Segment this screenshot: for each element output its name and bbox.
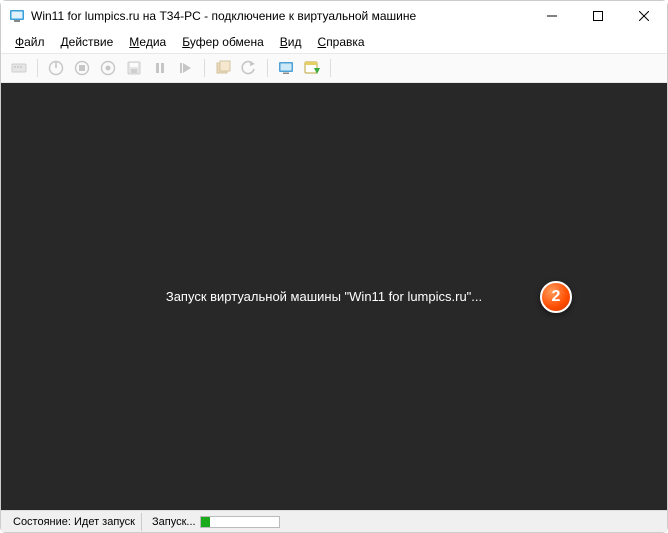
menu-media[interactable]: Медиа — [123, 33, 172, 51]
status-phase-cell: Запуск... — [146, 513, 286, 531]
start-button[interactable] — [44, 56, 68, 80]
status-state-value: Идет запуск — [74, 516, 135, 528]
menu-file[interactable]: Файл — [9, 33, 51, 51]
menu-clipboard[interactable]: Буфер обмена — [176, 33, 270, 51]
app-icon — [9, 8, 25, 24]
vm-viewport: Запуск виртуальной машины "Win11 for lum… — [1, 83, 667, 510]
annotation-badge-2: 2 — [540, 281, 572, 313]
status-state-label: Состояние: — [13, 516, 71, 528]
progress-fill — [201, 517, 210, 527]
status-state-cell: Состояние: Идет запуск — [7, 513, 142, 531]
toolbar-separator — [37, 59, 38, 77]
checkpoint-button[interactable] — [211, 56, 235, 80]
shutdown-button[interactable] — [96, 56, 120, 80]
progress-bar — [200, 516, 280, 528]
save-button[interactable] — [122, 56, 146, 80]
revert-button[interactable] — [237, 56, 261, 80]
menubar: Файл Действие Медиа Буфер обмена Вид Спр… — [1, 31, 667, 53]
menu-action[interactable]: Действие — [55, 33, 120, 51]
toolbar — [1, 53, 667, 83]
maximize-button[interactable] — [575, 1, 621, 31]
titlebar: Win11 for lumpics.ru на T34-PC - подключ… — [1, 1, 667, 31]
menu-help[interactable]: Справка — [312, 33, 371, 51]
starting-message: Запуск виртуальной машины "Win11 for lum… — [166, 289, 482, 304]
window-title: Win11 for lumpics.ru на T34-PC - подключ… — [31, 9, 529, 23]
statusbar: Состояние: Идет запуск Запуск... — [1, 510, 667, 532]
enhanced-session-button[interactable] — [274, 56, 298, 80]
ctrl-alt-del-button[interactable] — [7, 56, 31, 80]
close-button[interactable] — [621, 1, 667, 31]
menu-view[interactable]: Вид — [274, 33, 308, 51]
status-phase-label: Запуск... — [152, 516, 196, 528]
toolbar-separator — [204, 59, 205, 77]
toolbar-separator — [330, 59, 331, 77]
turnoff-button[interactable] — [70, 56, 94, 80]
pause-button[interactable] — [148, 56, 172, 80]
minimize-button[interactable] — [529, 1, 575, 31]
toolbar-separator — [267, 59, 268, 77]
reset-button[interactable] — [174, 56, 198, 80]
share-button[interactable] — [300, 56, 324, 80]
